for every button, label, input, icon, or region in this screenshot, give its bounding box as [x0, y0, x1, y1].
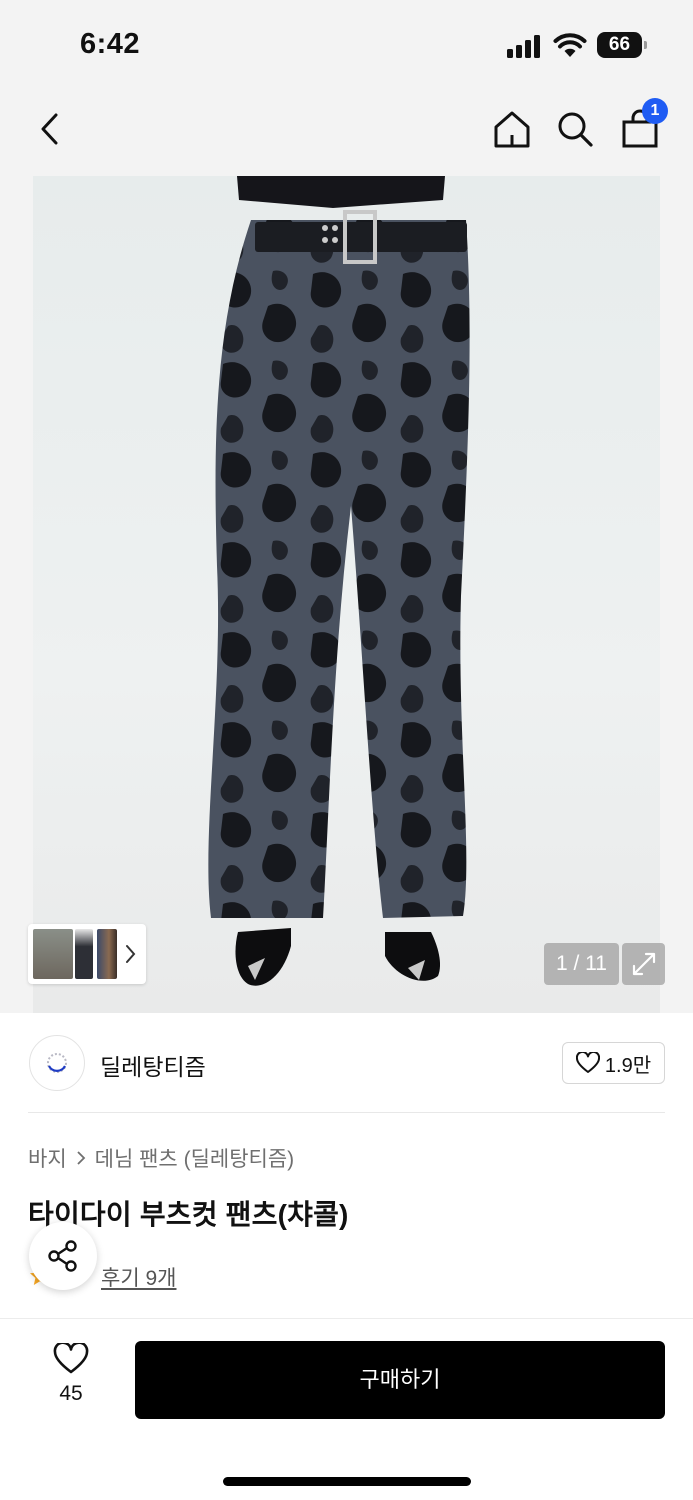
thumbnail[interactable] [75, 929, 93, 979]
brand-name[interactable]: 딜레탕티즘 [100, 1048, 206, 1082]
back-button[interactable] [28, 104, 72, 154]
home-icon [494, 111, 530, 148]
review-link[interactable]: 후기 9개 [101, 1262, 176, 1292]
back-icon [41, 113, 58, 145]
search-icon [558, 112, 593, 147]
share-icon [48, 1240, 77, 1272]
product-photo[interactable] [33, 176, 660, 1013]
cart-count-badge: 1 [642, 98, 668, 124]
expand-icon [632, 952, 655, 976]
breadcrumb-category[interactable]: 바지 [28, 1143, 67, 1173]
share-button[interactable] [29, 1222, 97, 1290]
cellular-signal-icon [507, 34, 543, 58]
product-gallery[interactable]: 1 / 11 [0, 176, 693, 1013]
chevron-right-icon [126, 945, 136, 963]
breadcrumb-subcategory[interactable]: 데님 팬츠 (딜레탕티즘) [95, 1143, 295, 1173]
heart-icon [53, 1341, 89, 1374]
battery-level: 66 [597, 32, 642, 58]
home-button[interactable] [490, 104, 534, 154]
brand-like-button[interactable]: 1.9만 [562, 1042, 665, 1084]
wishlist-button[interactable]: 45 [44, 1341, 98, 1406]
buy-button[interactable]: 구매하기 [135, 1341, 665, 1419]
expand-button[interactable] [622, 943, 665, 985]
brand-logo[interactable] [29, 1035, 85, 1091]
thumbnail[interactable] [97, 929, 117, 979]
bottom-action-bar: 45 구매하기 [0, 1318, 693, 1500]
breadcrumb: 바지 데님 팬츠 (딜레탕티즘) [28, 1143, 294, 1173]
thumbnail-strip[interactable] [28, 924, 146, 984]
top-nav: 1 [0, 92, 693, 176]
wifi-icon [553, 31, 587, 59]
brand-row[interactable]: 딜레탕티즘 1.9만 [0, 1013, 693, 1113]
status-bar: 6:42 66 [0, 0, 693, 92]
search-button[interactable] [553, 104, 597, 154]
wishlist-count: 45 [59, 1382, 83, 1405]
chevron-right-icon [75, 1150, 87, 1166]
battery-icon: 66 [597, 32, 647, 58]
thumbnail[interactable] [33, 929, 73, 979]
image-page-counter: 1 / 11 [544, 943, 619, 985]
home-indicator [223, 1477, 471, 1486]
status-time: 6:42 [80, 28, 141, 60]
heart-icon [575, 1052, 600, 1073]
thumbnail-next-button[interactable] [122, 940, 140, 968]
brand-like-count: 1.9만 [604, 1054, 652, 1077]
divider [28, 1112, 665, 1113]
cart-button[interactable]: 1 [618, 98, 668, 154]
